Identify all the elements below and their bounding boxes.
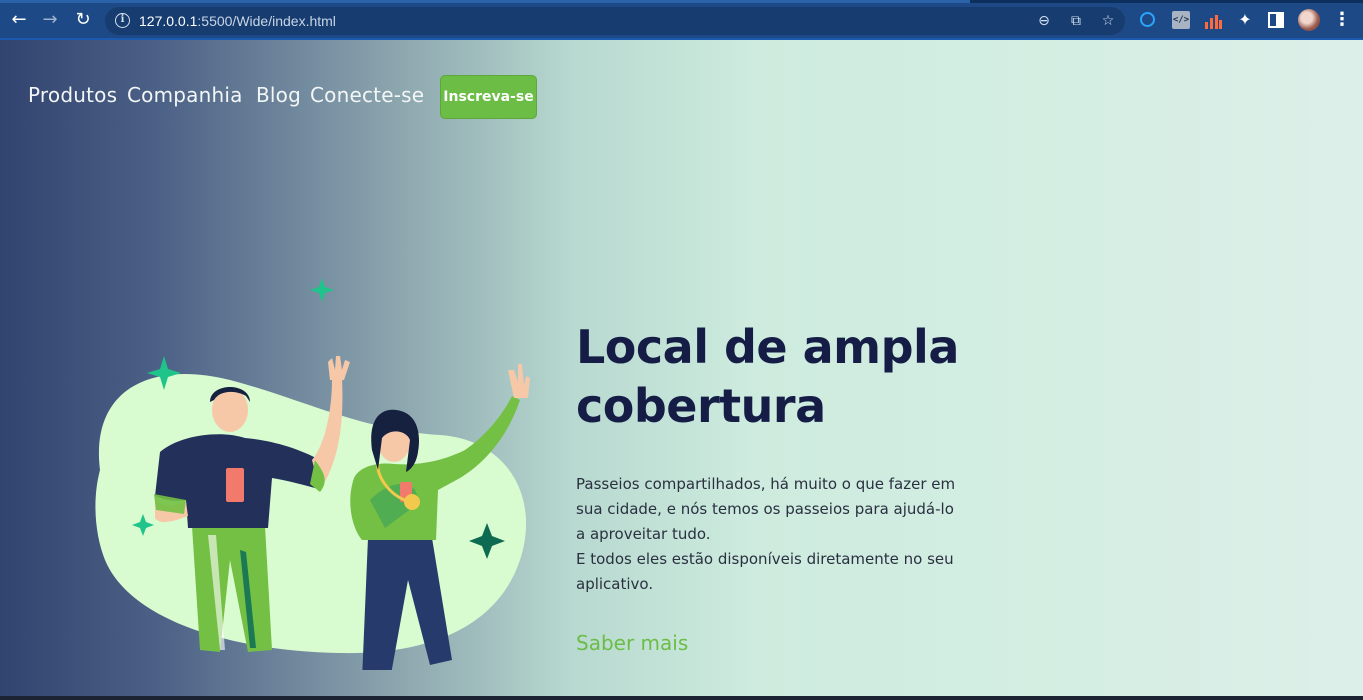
url-host: 127.0.0.1 (139, 13, 198, 29)
hero-description: Passeios compartilhados, há muito o que … (576, 472, 956, 597)
nav-link-blog[interactable]: Blog (256, 83, 301, 107)
profile-avatar[interactable] (1298, 9, 1320, 31)
extension-chart-icon[interactable] (1204, 11, 1222, 29)
share-icon[interactable]: ⧉ (1068, 13, 1084, 29)
hero-illustration (95, 278, 530, 670)
extension-search-icon[interactable] (1140, 12, 1155, 27)
star-icon[interactable]: ☆ (1100, 13, 1116, 29)
browser-toolbar: ← → ↻ i 127.0.0.1:5500/Wide/index.html ⊖… (0, 0, 1363, 40)
signup-button[interactable]: Inscreva-se (440, 75, 537, 119)
url-text[interactable]: 127.0.0.1:5500/Wide/index.html (139, 13, 336, 29)
nav-link-produtos[interactable]: Produtos (28, 83, 117, 107)
forward-arrow-icon[interactable]: → (39, 9, 61, 31)
reload-icon[interactable]: ↻ (72, 9, 94, 31)
zoom-out-icon[interactable]: ⊖ (1036, 13, 1052, 29)
bottom-edge (0, 696, 1363, 700)
puzzle-icon[interactable]: ✦ (1236, 11, 1254, 29)
side-panel-icon[interactable] (1268, 12, 1284, 28)
back-arrow-icon[interactable]: ← (8, 9, 30, 31)
sparkle-icon (310, 278, 334, 302)
address-bar[interactable]: i 127.0.0.1:5500/Wide/index.html ⊖ ⧉ ☆ (105, 7, 1125, 35)
active-tab-indicator[interactable] (0, 0, 970, 3)
learn-more-link[interactable]: Saber mais (576, 631, 688, 655)
nav-link-conecte-se[interactable]: Conecte-se (310, 83, 424, 107)
info-icon[interactable]: i (115, 13, 130, 28)
tab-strip (0, 0, 1363, 3)
kebab-menu-icon[interactable]: ⋮ (1333, 10, 1351, 30)
hero-paragraph-2: E todos eles estão disponíveis diretamen… (576, 550, 954, 593)
hero-title-line1: Local de ampla (576, 320, 959, 374)
hero-paragraph-1: Passeios compartilhados, há muito o que … (576, 475, 956, 543)
page-content: Produtos Companhia Blog Conecte-se Inscr… (0, 40, 1363, 700)
hero-title: Local de ampla cobertura (576, 318, 996, 436)
url-path: :5500/Wide/index.html (197, 13, 336, 29)
nav-link-companhia[interactable]: Companhia (127, 83, 243, 107)
extension-code-icon[interactable]: </> (1172, 11, 1190, 29)
hero-title-line2: cobertura (576, 379, 826, 433)
